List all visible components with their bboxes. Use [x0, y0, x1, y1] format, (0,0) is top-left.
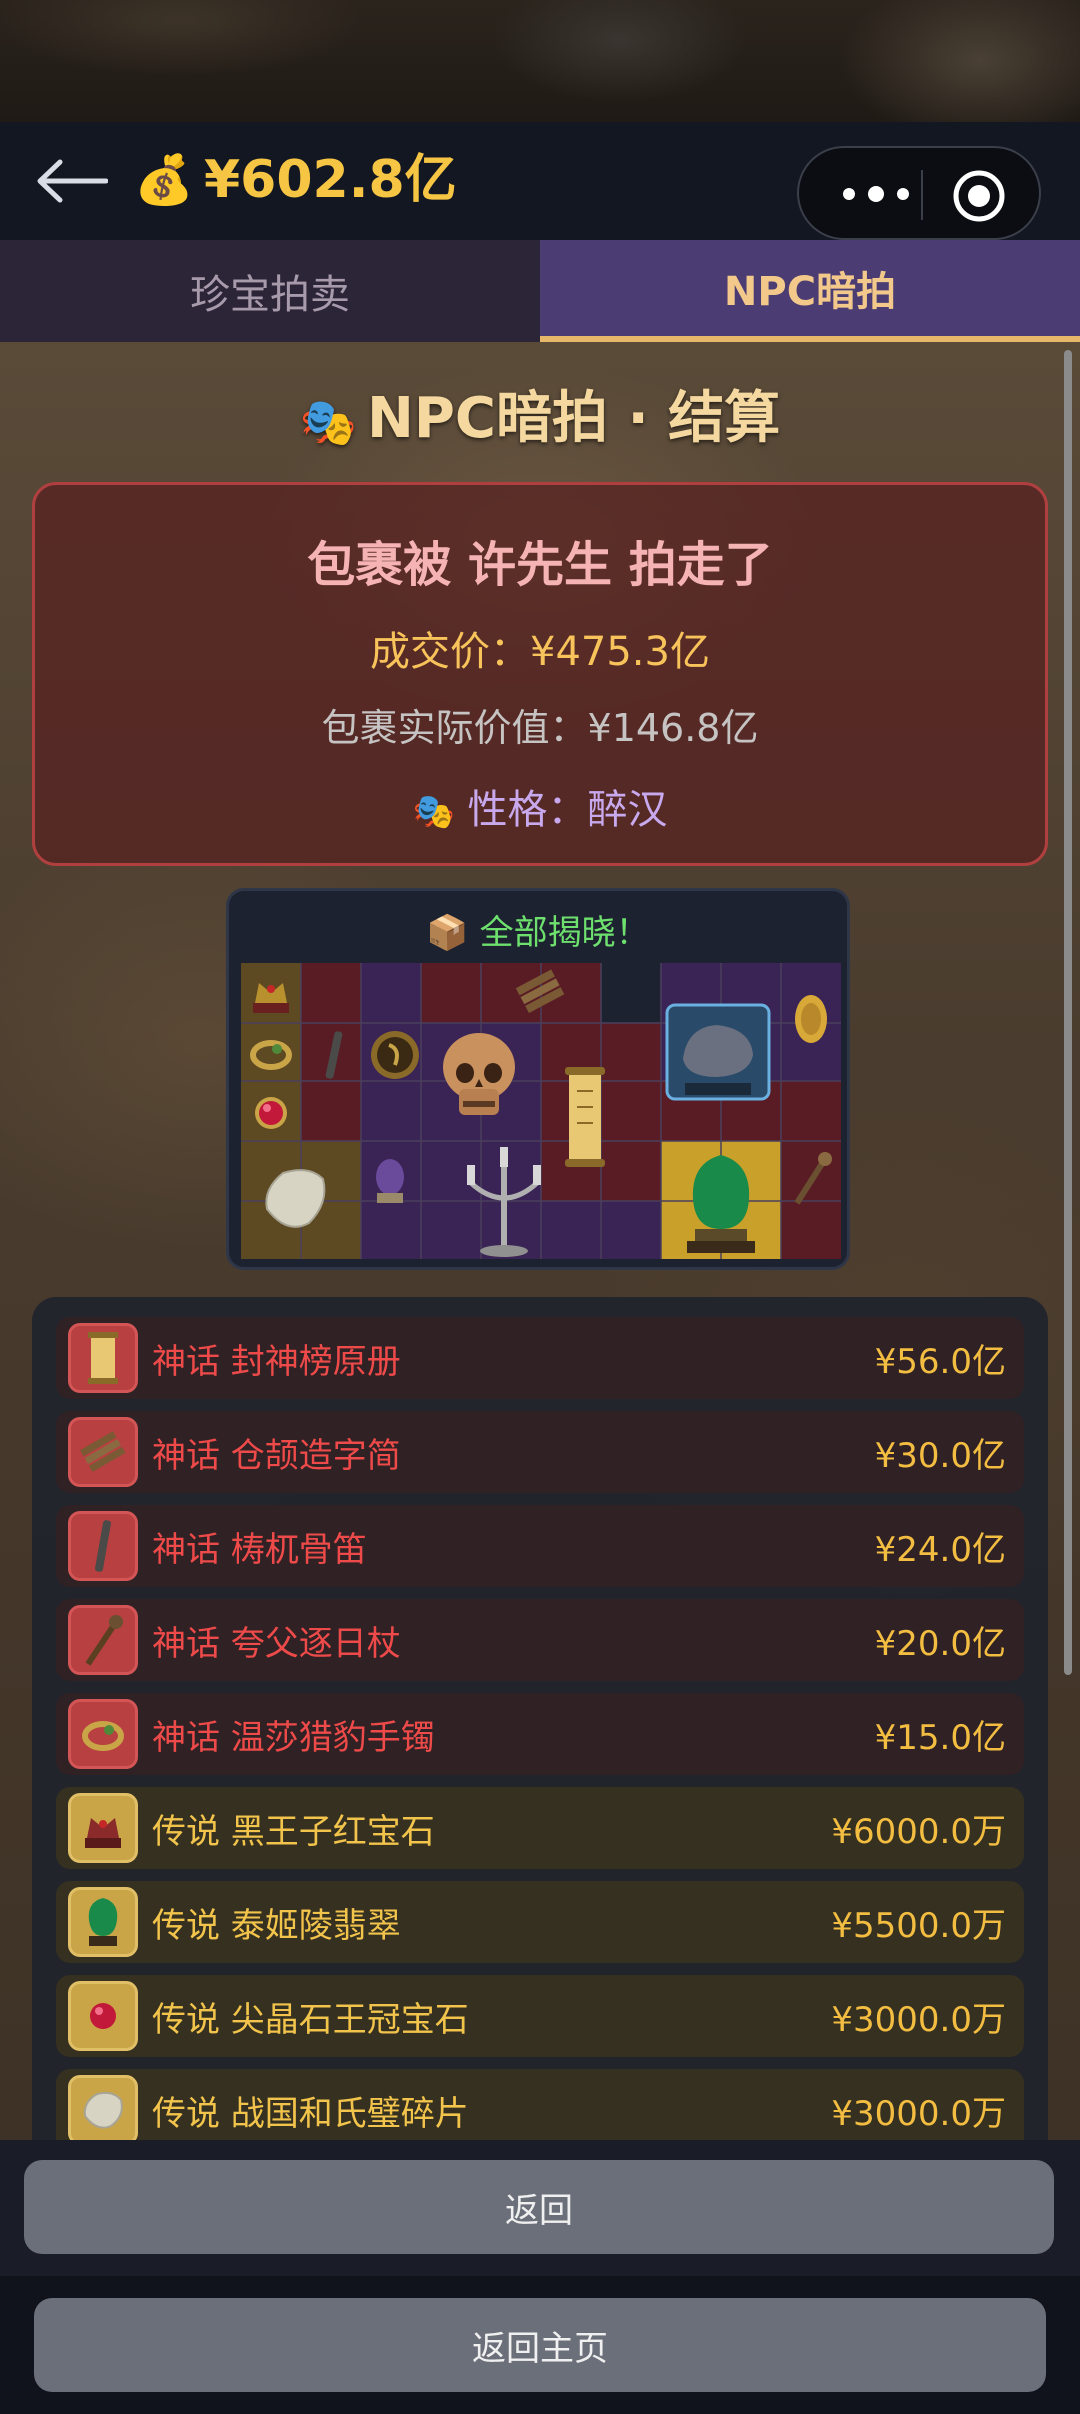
crown-icon [68, 1793, 138, 1863]
back-button[interactable]: 返回 [24, 2160, 1054, 2254]
background-photo [0, 0, 1080, 122]
staff-icon [794, 1152, 832, 1205]
item-name: 神话 温莎猎豹手镯 [152, 1717, 435, 1758]
scrollbar[interactable] [1064, 350, 1072, 1675]
actual-value: 包裹实际价值：¥146.8亿 [321, 706, 759, 750]
result-summary-box: 包裹被 许先生 拍走了 成交价：¥475.3亿 包裹实际价值：¥146.8亿 🎭… [32, 482, 1048, 866]
list-item[interactable]: 神话 封神榜原册 ¥56.0亿 [56, 1317, 1024, 1399]
item-name: 神话 仓颉造字简 [152, 1435, 401, 1476]
bamboo-slips-icon [515, 969, 565, 1013]
list-item[interactable]: 神话 温莎猎豹手镯 ¥15.0亿 [56, 1693, 1024, 1775]
item-list-panel: 神话 封神榜原册 ¥56.0亿 神话 仓颉造字简 ¥30.0亿 神话 梼杌骨笛 … [32, 1297, 1048, 2140]
jade-shard-icon [68, 2075, 138, 2140]
deal-price: 成交价：¥475.3亿 [370, 629, 710, 675]
item-name: 神话 夸父逐日杖 [152, 1623, 401, 1664]
item-price: ¥30.0亿 [874, 1435, 1006, 1476]
item-price: ¥3000.0万 [831, 1999, 1006, 2040]
theater-masks-icon: 🎭 [299, 394, 357, 449]
tab-bar: 珍宝拍卖 NPC暗拍 [0, 240, 1080, 342]
tab-treasure-auction[interactable]: 珍宝拍卖 [0, 240, 540, 342]
bone-flute-icon [68, 1511, 138, 1581]
list-item[interactable]: 神话 仓颉造字简 ¥30.0亿 [56, 1411, 1024, 1493]
item-price: ¥5500.0万 [831, 1905, 1006, 1946]
bamboo-slips-icon [68, 1417, 138, 1487]
item-price: ¥20.0亿 [874, 1623, 1006, 1664]
bracelet-icon [68, 1699, 138, 1769]
balance-display: ¥602.8亿 [204, 150, 457, 210]
scroll-icon [565, 1067, 605, 1167]
home-button[interactable]: 返回主页 [34, 2298, 1046, 2392]
money-bag-icon: 💰 [134, 152, 194, 208]
list-item[interactable]: 传说 战国和氏璧碎片 ¥3000.0万 [56, 2069, 1024, 2140]
list-item[interactable]: 神话 夸父逐日杖 ¥20.0亿 [56, 1599, 1024, 1681]
item-price: ¥56.0亿 [874, 1341, 1006, 1382]
gold-coin-icon [795, 995, 827, 1043]
emerald-icon [687, 1155, 755, 1253]
crown-icon [253, 983, 289, 1013]
item-name: 传说 尖晶石王冠宝石 [152, 1999, 469, 2040]
emerald-icon [68, 1887, 138, 1957]
ruby-icon [68, 1981, 138, 2051]
candelabra-icon [467, 1147, 541, 1257]
meteorite-icon [665, 1003, 771, 1101]
item-name: 传说 战国和氏璧碎片 [152, 2093, 469, 2134]
mini-program-capsule [797, 146, 1041, 240]
skull-icon [443, 1033, 515, 1115]
settlement-title: 🎭 NPC暗拍 · 结算 [0, 384, 1080, 457]
bracelet-icon [250, 1040, 292, 1070]
item-name: 传说 黑王子红宝石 [152, 1811, 435, 1852]
egg-icon [376, 1159, 404, 1203]
jade-shard-icon [265, 1169, 326, 1228]
item-price: ¥15.0亿 [874, 1717, 1006, 1758]
content-scroll-area[interactable]: 🎭 NPC暗拍 · 结算 包裹被 许先生 拍走了 成交价：¥475.3亿 包裹实际… [0, 342, 1080, 2140]
winner-line: 包裹被 许先生 拍走了 [307, 537, 773, 593]
bone-flute-icon [325, 1031, 343, 1079]
item-name: 传说 泰姬陵翡翠 [152, 1905, 401, 1946]
personality-text: 性格：醉汉 [467, 787, 668, 833]
item-price: ¥24.0亿 [874, 1529, 1006, 1570]
footer-back-area: 返回 [0, 2140, 1080, 2276]
list-item[interactable]: 传说 泰姬陵翡翠 ¥5500.0万 [56, 1881, 1024, 1963]
theater-masks-icon: 🎭 [412, 792, 455, 832]
settlement-title-text: NPC暗拍 · 结算 [367, 386, 781, 451]
personality-line: 🎭 性格：醉汉 [35, 777, 1045, 835]
tab-npc-blind-auction[interactable]: NPC暗拍 [540, 240, 1080, 342]
reveal-panel: 📦 全部揭晓！ [226, 888, 850, 1270]
ruby-icon [255, 1097, 287, 1129]
footer-home-area: 返回主页 [0, 2276, 1080, 2414]
list-item[interactable]: 传说 黑王子红宝石 ¥6000.0万 [56, 1787, 1024, 1869]
bag-grid [241, 963, 841, 1259]
item-name: 神话 梼杌骨笛 [152, 1529, 367, 1570]
scroll-icon [68, 1323, 138, 1393]
staff-icon [68, 1605, 138, 1675]
list-item[interactable]: 传说 尖晶石王冠宝石 ¥3000.0万 [56, 1975, 1024, 2057]
item-price: ¥6000.0万 [831, 1811, 1006, 1852]
reveal-title: 📦 全部揭晓！ [426, 913, 650, 953]
more-dots-icon[interactable] [831, 170, 921, 218]
header-bar: 💰 ¥602.8亿 [0, 122, 1080, 240]
item-price: ¥3000.0万 [831, 2093, 1006, 2134]
item-name: 神话 封神榜原册 [152, 1341, 401, 1382]
capsule-divider [921, 170, 923, 220]
back-arrow-icon[interactable] [36, 158, 108, 204]
coin-icon [371, 1031, 419, 1079]
close-target-icon[interactable] [951, 168, 1007, 224]
list-item[interactable]: 神话 梼杌骨笛 ¥24.0亿 [56, 1505, 1024, 1587]
